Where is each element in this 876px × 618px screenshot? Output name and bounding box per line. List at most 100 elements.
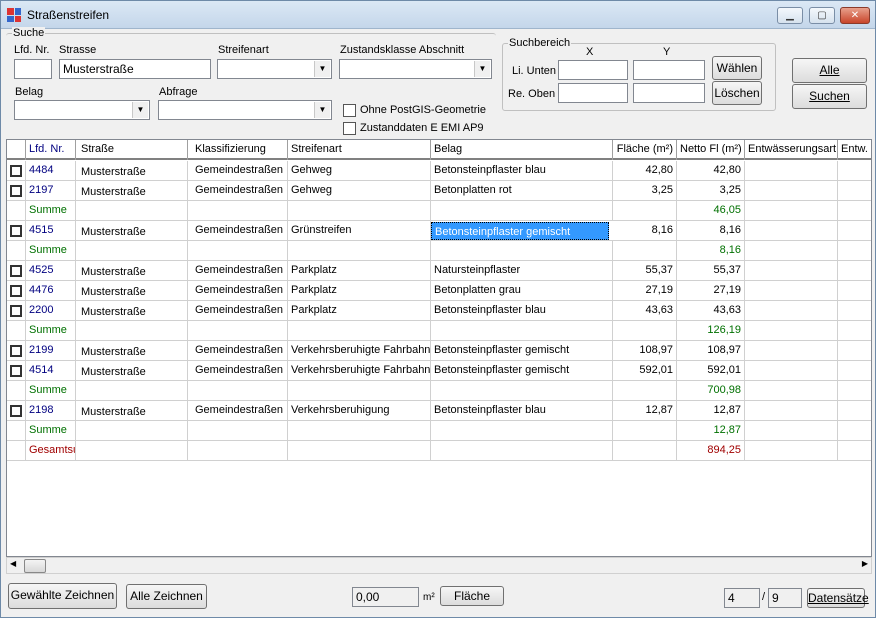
cell-entwaesserung[interactable] xyxy=(745,281,838,301)
cell-lfd[interactable]: Summe xyxy=(26,241,76,261)
cell-strasse[interactable]: Musterstraße xyxy=(78,221,188,241)
cell-flaeche[interactable]: 108,97 xyxy=(613,341,677,361)
column-header-entwaesserung[interactable]: Entwässerungsart xyxy=(745,140,838,160)
cell-streifenart[interactable] xyxy=(288,421,431,441)
li-unten-y-input[interactable] xyxy=(633,60,705,80)
cell-strasse[interactable]: Musterstraße xyxy=(78,261,188,281)
chevron-down-icon[interactable]: ▼ xyxy=(474,61,490,77)
cell-netto[interactable]: 126,19 xyxy=(677,321,745,341)
table-row[interactable]: 2199 Musterstraße Gemeindestraßen Verkehrsb… xyxy=(7,341,871,361)
cell-belag[interactable]: Betonsteinpflaster gemischt xyxy=(431,361,613,381)
sum-row[interactable]: Summe 700,98 xyxy=(7,381,871,401)
alle-button[interactable]: Alle xyxy=(792,58,867,83)
table-row[interactable]: 2197 Musterstraße Gemeindestraßen Gehweg Bet… xyxy=(7,181,871,201)
cell-lfd[interactable]: 4515 xyxy=(26,221,76,241)
cell-entw[interactable] xyxy=(838,301,871,321)
cell-lfd[interactable]: 4476 xyxy=(26,281,76,301)
cell-strasse[interactable] xyxy=(78,381,188,401)
cell-klass[interactable] xyxy=(192,441,288,461)
cell-netto[interactable]: 700,98 xyxy=(677,381,745,401)
waehlen-button[interactable]: Wählen xyxy=(712,56,762,80)
cell-netto[interactable]: 3,25 xyxy=(677,181,745,201)
cell-strasse[interactable] xyxy=(78,321,188,341)
result-table[interactable]: Lfd. Nr. Straße Klassifizierung Streifenart… xyxy=(6,139,872,557)
cell-belag[interactable]: Betonplatten grau xyxy=(431,281,613,301)
cell-entw[interactable] xyxy=(838,361,871,381)
cell-entwaesserung[interactable] xyxy=(745,381,838,401)
cell-belag[interactable] xyxy=(431,201,613,221)
cell-entwaesserung[interactable] xyxy=(745,221,838,241)
cell-streifenart[interactable] xyxy=(288,241,431,261)
re-oben-y-input[interactable] xyxy=(633,83,705,103)
scrollbar-thumb[interactable] xyxy=(24,559,46,573)
cell-strasse[interactable] xyxy=(78,201,188,221)
cell-klass[interactable]: Gemeindestraßen xyxy=(192,261,288,281)
table-row[interactable]: 4476 Musterstraße Gemeindestraßen Parkplatz… xyxy=(7,281,871,301)
table-row[interactable]: 4484 Musterstraße Gemeindestraßen Gehweg Bet… xyxy=(7,161,871,181)
belag-select[interactable]: ▼ xyxy=(14,100,150,120)
cell-belag[interactable]: Betonsteinpflaster gemischt xyxy=(431,222,609,240)
cell-netto[interactable]: 43,63 xyxy=(677,301,745,321)
table-row[interactable]: 4514 Musterstraße Gemeindestraßen Verkehrsb… xyxy=(7,361,871,381)
cell-klass[interactable]: Gemeindestraßen xyxy=(192,181,288,201)
cell-lfd[interactable]: Summe xyxy=(26,201,76,221)
cell-sel[interactable] xyxy=(7,281,26,301)
gewaehlte-zeichnen-button[interactable]: Gewählte Zeichnen xyxy=(8,583,117,609)
cell-entw[interactable] xyxy=(838,381,871,401)
column-header-strasse[interactable]: Straße xyxy=(78,140,188,160)
cell-strasse[interactable]: Musterstraße xyxy=(78,181,188,201)
cell-klass[interactable]: Gemeindestraßen xyxy=(192,161,288,181)
sum-row[interactable]: Summe 12,87 xyxy=(7,421,871,441)
column-header-klass[interactable]: Klassifizierung xyxy=(192,140,288,160)
cell-entw[interactable] xyxy=(838,241,871,261)
cell-belag[interactable] xyxy=(431,441,613,461)
row-checkbox[interactable] xyxy=(10,405,22,417)
cell-strasse[interactable] xyxy=(78,241,188,261)
cell-entwaesserung[interactable] xyxy=(745,321,838,341)
cell-netto[interactable]: 894,25 xyxy=(677,441,745,461)
cell-streifenart[interactable]: Parkplatz xyxy=(288,301,431,321)
re-oben-x-input[interactable] xyxy=(558,83,628,103)
sum-row[interactable]: Summe 46,05 xyxy=(7,201,871,221)
cell-lfd[interactable]: 4484 xyxy=(26,161,76,181)
cell-streifenart[interactable]: Grünstreifen xyxy=(288,221,431,241)
cell-flaeche[interactable] xyxy=(613,381,677,401)
cell-entwaesserung[interactable] xyxy=(745,181,838,201)
cell-lfd[interactable]: 4514 xyxy=(26,361,76,381)
cell-strasse[interactable]: Musterstraße xyxy=(78,301,188,321)
cell-strasse[interactable]: Musterstraße xyxy=(78,401,188,421)
cell-belag[interactable] xyxy=(431,321,613,341)
cell-flaeche[interactable]: 27,19 xyxy=(613,281,677,301)
strasse-input[interactable]: Musterstraße xyxy=(59,59,211,79)
cell-sel[interactable] xyxy=(7,321,26,341)
cell-entw[interactable] xyxy=(838,181,871,201)
cell-netto[interactable]: 108,97 xyxy=(677,341,745,361)
sum-row[interactable]: Summe 8,16 xyxy=(7,241,871,261)
maximize-button[interactable]: ▢ xyxy=(809,7,835,24)
cell-netto[interactable]: 42,80 xyxy=(677,161,745,181)
column-header-netto[interactable]: Netto Fl (m²) xyxy=(677,140,745,160)
cell-entw[interactable] xyxy=(838,401,871,421)
cell-klass[interactable]: Gemeindestraßen xyxy=(192,361,288,381)
cell-sel[interactable] xyxy=(7,361,26,381)
cell-netto[interactable]: 46,05 xyxy=(677,201,745,221)
column-header-lfd[interactable]: Lfd. Nr. xyxy=(26,140,76,160)
column-header-streifenart[interactable]: Streifenart xyxy=(288,140,431,160)
cell-belag[interactable]: Natursteinpflaster xyxy=(431,261,613,281)
table-row[interactable]: 2198 Musterstraße Gemeindestraßen Verkehrsb… xyxy=(7,401,871,421)
cell-entwaesserung[interactable] xyxy=(745,421,838,441)
cell-entw[interactable] xyxy=(838,161,871,181)
cell-belag[interactable] xyxy=(431,421,613,441)
cell-streifenart[interactable]: Parkplatz xyxy=(288,261,431,281)
cell-netto[interactable]: 12,87 xyxy=(677,401,745,421)
datensaetze-button[interactable]: Datensätze xyxy=(807,588,869,608)
row-checkbox[interactable] xyxy=(10,225,22,237)
cell-entwaesserung[interactable] xyxy=(745,301,838,321)
cell-lfd[interactable]: 2199 xyxy=(26,341,76,361)
cell-klass[interactable] xyxy=(192,241,288,261)
cell-klass[interactable] xyxy=(192,421,288,441)
cell-entw[interactable] xyxy=(838,341,871,361)
cell-entwaesserung[interactable] xyxy=(745,401,838,421)
row-checkbox[interactable] xyxy=(10,345,22,357)
cell-flaeche[interactable]: 12,87 xyxy=(613,401,677,421)
